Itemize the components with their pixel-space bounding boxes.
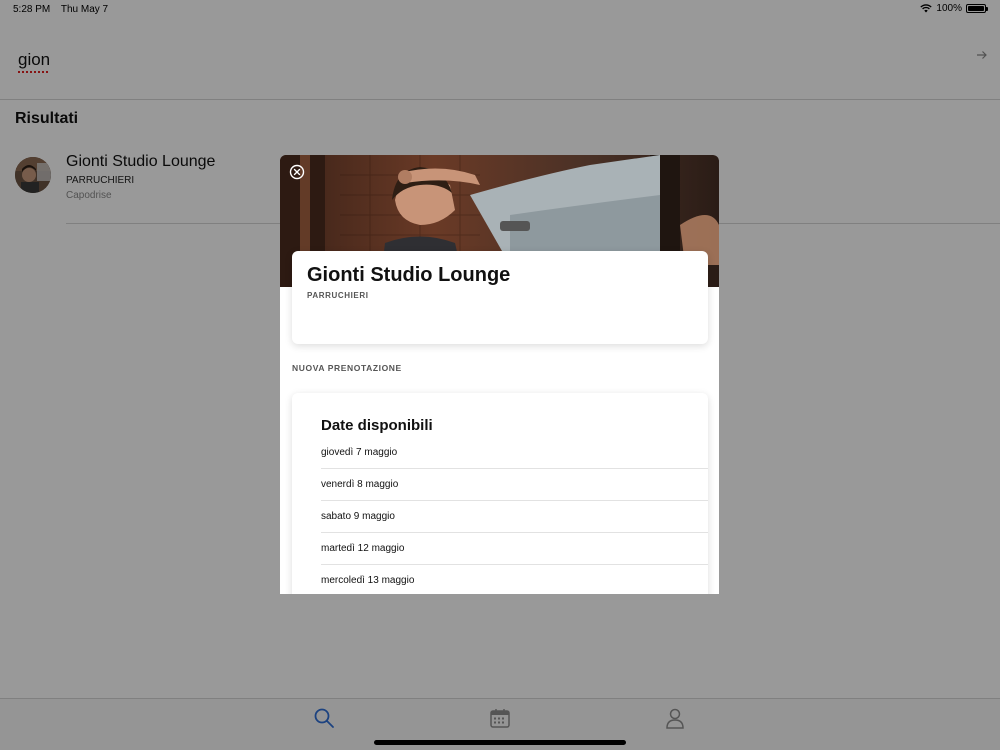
business-info-card: Gionti Studio Lounge PARRUCHIERI [292,251,708,344]
section-label-new-booking: NUOVA PRENOTAZIONE [292,363,402,373]
date-item[interactable]: giovedì 7 maggio [321,437,708,469]
date-list: giovedì 7 maggio venerdì 8 maggio sabato… [321,437,708,594]
available-dates-title: Date disponibili [321,417,433,434]
available-dates-card: Date disponibili giovedì 7 maggio venerd… [292,393,708,594]
date-item[interactable]: sabato 9 maggio [321,501,708,533]
date-item[interactable]: mercoledì 13 maggio [321,565,708,594]
business-title: Gionti Studio Lounge [307,264,511,286]
business-category: PARRUCHIERI [307,291,369,300]
home-indicator[interactable] [374,740,626,745]
date-item[interactable]: venerdì 8 maggio [321,469,708,501]
business-modal: Gionti Studio Lounge PARRUCHIERI NUOVA P… [280,155,719,594]
close-circle-icon[interactable] [289,164,305,180]
date-item[interactable]: martedì 12 maggio [321,533,708,565]
